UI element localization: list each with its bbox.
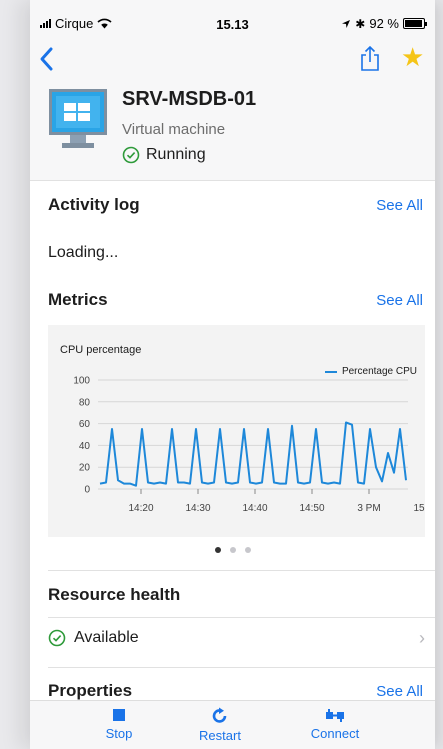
stop-icon [113, 709, 125, 721]
star-icon[interactable]: ★ [401, 42, 424, 72]
cpu-chart: 0 20 40 60 80 100 14:20 14:30 14:40 14:50 3 PM 15:1… [73, 376, 425, 515]
action-tabbar: Stop Restart Connect [30, 700, 435, 749]
battery-percent: 92 % [369, 16, 399, 31]
y-tick-label: 60 [79, 419, 91, 430]
y-tick-label: 20 [79, 463, 91, 474]
activity-log-see-all-link[interactable]: See All [376, 197, 423, 214]
metrics-see-all-link[interactable]: See All [376, 292, 423, 309]
connect-icon [326, 709, 344, 722]
properties-see-all-link[interactable]: See All [376, 683, 423, 700]
metrics-divider [48, 570, 435, 571]
header-divider [30, 180, 435, 181]
y-tick-label: 100 [73, 376, 90, 387]
page-dot-2[interactable] [229, 547, 236, 553]
activity-log-title: Activity log [48, 195, 140, 214]
page-dot-1[interactable] [214, 547, 221, 553]
resource-health-row[interactable]: Available [48, 629, 139, 647]
connect-button[interactable]: Connect [295, 707, 375, 741]
resource-health-divider [48, 617, 435, 618]
share-icon[interactable] [360, 45, 380, 77]
x-tick-label: 14:30 [185, 503, 210, 514]
y-tick-label: 40 [79, 441, 91, 452]
properties-title: Properties [48, 681, 133, 700]
restart-label: Restart [199, 728, 241, 743]
x-tick-label: 15:10 [413, 503, 425, 514]
status-right: ✱ 92 % [341, 16, 427, 31]
check-circle-icon [122, 146, 140, 164]
connect-label: Connect [310, 726, 360, 741]
chevron-right-icon[interactable]: › [419, 628, 425, 649]
virtual-machine-icon [49, 89, 107, 148]
health-divider-bottom [48, 667, 435, 668]
vm-type: Virtual machine [122, 121, 226, 138]
restart-button[interactable]: Restart [180, 707, 260, 743]
page-dot-3[interactable] [244, 547, 251, 553]
nav-bar: ★ [30, 42, 435, 80]
x-tick-label: 14:50 [299, 503, 324, 514]
chevron-left-icon[interactable] [38, 44, 54, 78]
restart-icon [212, 707, 227, 723]
stop-button[interactable]: Stop [79, 707, 159, 741]
phone-screen: Cirque 15.13 ✱ 92 % ★ SRV-MSDB-01 Virtua… [30, 0, 435, 749]
page-indicator[interactable] [30, 547, 435, 553]
metrics-title: Metrics [48, 290, 108, 309]
bluetooth-icon: ✱ [355, 16, 366, 31]
vm-status-label: Running [146, 146, 206, 163]
stop-label: Stop [105, 726, 133, 741]
status-bar: Cirque 15.13 ✱ 92 % [30, 0, 435, 42]
resource-health-title: Resource health [48, 585, 181, 604]
battery-icon [403, 18, 427, 29]
activity-log-loading: Loading... [48, 244, 119, 261]
x-tick-label: 3 PM [357, 503, 380, 514]
vm-name: SRV-MSDB-01 [122, 88, 257, 110]
y-tick-label: 80 [79, 397, 91, 408]
resource-health-status: Available [74, 629, 139, 646]
y-tick-label: 0 [84, 485, 90, 496]
check-circle-icon [48, 629, 66, 647]
cpu-series-line [99, 421, 407, 487]
x-tick-label: 14:20 [128, 503, 153, 514]
location-icon [342, 19, 351, 28]
vm-status: Running [122, 146, 206, 164]
x-tick-label: 14:40 [242, 503, 267, 514]
cpu-chart-card[interactable]: CPU percentage Percentage CPU 0 20 40 60 80 1… [48, 325, 425, 537]
